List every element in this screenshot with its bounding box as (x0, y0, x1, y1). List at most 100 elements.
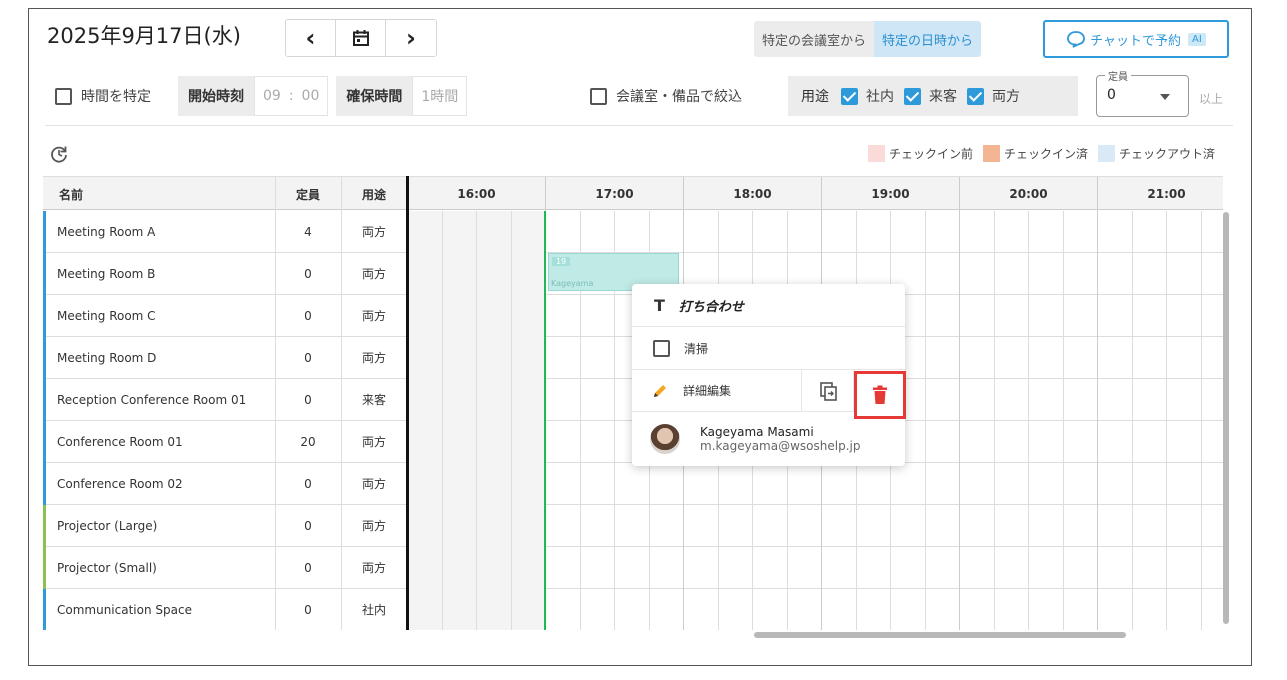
cleaning-checkbox[interactable] (653, 339, 670, 357)
refresh-icon[interactable] (49, 144, 69, 164)
chat-reserve-button[interactable]: チャットで予約 AI (1043, 20, 1229, 58)
time-gridline (441, 211, 443, 630)
timeline-divider (406, 176, 409, 630)
column-divider (275, 176, 276, 630)
room-name[interactable]: Communication Space (57, 589, 192, 630)
calendar-button[interactable] (336, 20, 386, 56)
purpose-both-label: 両方 (992, 89, 1020, 105)
column-divider (341, 176, 342, 630)
room-capacity: 4 (304, 224, 312, 239)
chat-reserve-label: チャットで予約 (1090, 33, 1182, 49)
purpose-filter: 用途 社内 来客 両方 (788, 76, 1078, 116)
room-purpose: 両方 (361, 435, 386, 449)
time-gridline (924, 211, 926, 630)
mode-by-room-button[interactable]: 特定の会議室から (754, 21, 875, 57)
room-filter-label: 会議室・備品で絞込 (616, 89, 742, 105)
edit-button[interactable]: 詳細編集 (632, 369, 802, 412)
room-name[interactable]: Projector (Large) (57, 505, 157, 546)
start-minute-value: 00 (301, 88, 320, 104)
time-gridline (476, 211, 477, 630)
booking-owner: Kageyama (551, 279, 594, 288)
room-name[interactable]: Conference Room 02 (57, 463, 183, 504)
time-gridline (993, 211, 995, 630)
time-gridline (1097, 211, 1098, 630)
room-capacity: 0 (304, 518, 312, 533)
room-name[interactable]: Meeting Room C (57, 295, 156, 336)
room-name[interactable]: Conference Room 01 (57, 421, 183, 462)
vertical-scrollbar[interactable] (1223, 212, 1229, 624)
search-mode-toggle: 特定の会議室から 特定の日時から (754, 21, 982, 57)
room-purpose: 両方 (361, 267, 386, 281)
time-gridline (1131, 211, 1133, 630)
room-name[interactable]: Meeting Room D (57, 337, 156, 378)
popup-title: 打ち合わせ (678, 299, 744, 315)
owner-row: Kageyama Masami m.kageyama@wsoshelp.jp (632, 412, 905, 466)
before-checkin-label: チェックイン前 (888, 147, 973, 161)
room-purpose: 両方 (361, 351, 386, 365)
time-gridline (1200, 211, 1202, 630)
room-type-bar (43, 253, 46, 295)
user-email: m.kageyama@wsoshelp.jp (700, 439, 861, 453)
checked-in-label: チェックイン済 (1003, 147, 1088, 161)
room-type-bar (43, 505, 46, 547)
checked-in-swatch (982, 145, 1000, 162)
capacity-legend: 定員 (1105, 68, 1131, 83)
room-type-bar (43, 589, 46, 630)
time-gridline (1166, 211, 1167, 630)
purpose-both-checkbox[interactable] (967, 87, 984, 105)
room-type-bar (43, 295, 46, 337)
checked-out-label: チェックアウト済 (1118, 147, 1215, 161)
prev-day-button[interactable]: ‹ (286, 20, 336, 56)
mode-by-datetime-button[interactable]: 特定の日時から (874, 21, 982, 57)
room-type-bar (43, 463, 46, 505)
copy-button[interactable] (802, 369, 854, 412)
room-name[interactable]: Meeting Room A (57, 211, 155, 252)
capacity-select[interactable]: 定員 0 (1096, 68, 1189, 117)
purpose-internal-checkbox[interactable] (841, 87, 858, 105)
status-legend: チェックイン前 チェックイン済 チェックアウト済 (864, 145, 1215, 162)
grid-header: 名前 定員 用途 16:00 17:00 18:00 19:00 20:00 21:00 (43, 176, 1223, 211)
room-type-bar (43, 421, 46, 463)
start-time-label: 開始時刻 (188, 89, 244, 105)
room-capacity: 0 (304, 266, 312, 281)
divider (45, 125, 1233, 126)
hour-header: 18:00 (683, 177, 821, 211)
room-type-bar (43, 547, 46, 589)
room-capacity: 0 (304, 308, 312, 323)
cleaning-row[interactable]: 清掃 (632, 327, 905, 370)
current-time-line (544, 211, 546, 630)
room-capacity: 0 (304, 560, 312, 575)
duration-input[interactable]: 1時間 (412, 76, 468, 116)
time-specify-checkbox[interactable] (55, 87, 72, 105)
room-filter-checkbox[interactable] (590, 87, 607, 105)
room-purpose: 来客 (361, 393, 386, 407)
calendar-icon (352, 30, 369, 46)
chevron-left-icon: ‹ (305, 24, 316, 52)
copy-icon (819, 381, 837, 401)
room-type-bar (43, 337, 46, 379)
room-name[interactable]: Projector (Small) (57, 547, 157, 588)
room-name[interactable]: Meeting Room B (57, 253, 155, 294)
text-icon: T (654, 295, 665, 315)
room-capacity: 0 (304, 476, 312, 491)
hour-header: 21:00 (1097, 177, 1223, 211)
checked-out-swatch (1097, 145, 1115, 162)
room-name[interactable]: Reception Conference Room 01 (57, 379, 246, 420)
time-specify-label: 時間を特定 (81, 89, 151, 105)
next-day-button[interactable]: › (386, 20, 436, 56)
start-hour-value: 09 (263, 88, 281, 104)
horizontal-scrollbar[interactable] (754, 632, 1126, 638)
hour-header: 17:00 (545, 177, 683, 211)
room-purpose: 両方 (361, 561, 386, 575)
room-purpose: 両方 (361, 309, 386, 323)
room-capacity: 0 (304, 350, 312, 365)
purpose-visitor-label: 来客 (929, 89, 957, 105)
room-filter: 会議室・備品で絞込 (590, 76, 742, 116)
purpose-visitor-checkbox[interactable] (904, 87, 921, 105)
cleaning-label: 清掃 (684, 341, 709, 356)
popup-title-row: T 打ち合わせ (632, 284, 905, 327)
header-name: 名前 (59, 187, 84, 202)
start-time-input[interactable]: 09 : 00 (254, 76, 329, 116)
delete-button[interactable] (854, 371, 906, 419)
capacity-suffix: 以上 (1199, 92, 1224, 106)
